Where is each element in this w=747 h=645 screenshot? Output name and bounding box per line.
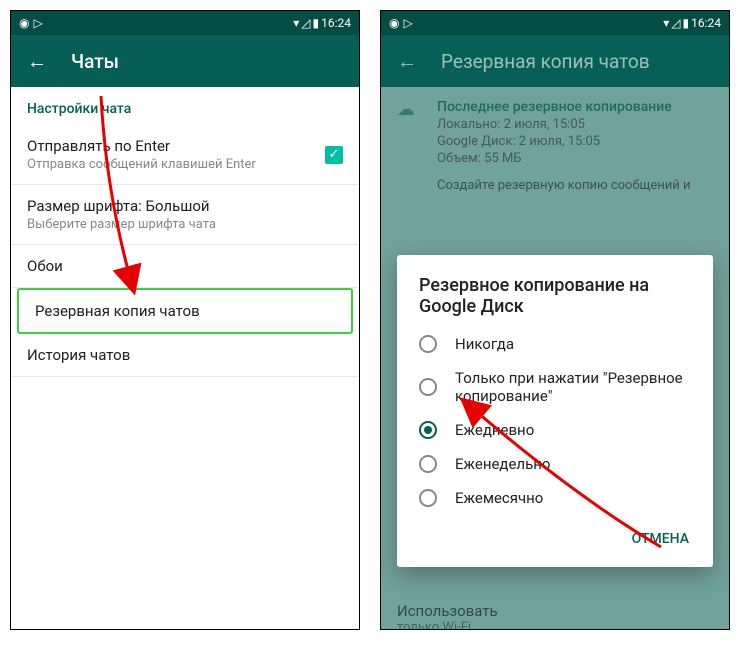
last-backup-size: Объем: 55 МБ xyxy=(437,151,672,166)
radio-icon xyxy=(419,455,437,473)
status-bar: ◉ ▷ ▾ ◿ ▮ 16:24 xyxy=(11,11,359,35)
status-bar: ◉ ▷ ▾ ◿ ▮ 16:24 xyxy=(381,11,729,35)
setting-primary: Резервная копия чатов xyxy=(35,302,335,320)
setting-primary: Размер шрифта: Большой xyxy=(27,197,343,215)
setting-wallpaper[interactable]: Обои xyxy=(11,245,359,288)
checkbox-checked-icon[interactable]: ✓ xyxy=(325,146,343,164)
radio-label: Ежемесячно xyxy=(455,489,543,507)
radio-option-only-tap[interactable]: Только при нажатии "Резервное копировани… xyxy=(397,361,713,413)
last-backup-local: Локально: 2 июля, 15:05 xyxy=(437,117,672,132)
battery-icon: ▮ xyxy=(313,16,320,30)
radio-label: Только при нажатии "Резервное копировани… xyxy=(455,369,691,405)
network-row[interactable]: Использовать только Wi-Fi xyxy=(381,592,729,630)
notification-icon: ◉ xyxy=(389,16,399,30)
section-header: Настройки чата xyxy=(11,87,359,125)
phone-screen-chats: ◉ ▷ ▾ ◿ ▮ 16:24 ← Чаты Настройки чата От… xyxy=(10,10,360,630)
wifi-icon: ▾ xyxy=(663,16,669,30)
network-secondary: только Wi-Fi xyxy=(397,620,713,630)
radio-option-monthly[interactable]: Ежемесячно xyxy=(397,481,713,515)
backup-description: Создайте резервную копию сообщений и xyxy=(381,178,729,201)
app-bar: ← Чаты xyxy=(11,35,359,87)
radio-option-never[interactable]: Никогда xyxy=(397,327,713,361)
last-backup-section: ☁ Последнее резервное копирование Локаль… xyxy=(381,87,729,178)
radio-option-weekly[interactable]: Еженедельно xyxy=(397,447,713,481)
setting-secondary: Отправка сообщений клавишей Enter xyxy=(27,157,325,172)
battery-icon: ▮ xyxy=(683,16,690,30)
cloud-upload-icon: ☁ xyxy=(397,99,421,166)
appbar-title: Резервная копия чатов xyxy=(441,50,650,73)
setting-font-size[interactable]: Размер шрифта: Большой Выберите размер ш… xyxy=(11,185,359,245)
notification-icon: ▷ xyxy=(403,16,412,30)
highlight-annotation: Резервная копия чатов xyxy=(17,288,353,334)
appbar-title: Чаты xyxy=(71,50,119,73)
setting-primary: Отправлять по Enter xyxy=(27,137,325,155)
radio-icon xyxy=(419,335,437,353)
radio-icon xyxy=(419,489,437,507)
notification-icon: ◉ xyxy=(19,16,29,30)
radio-selected-icon xyxy=(419,421,437,439)
wifi-icon: ▾ xyxy=(293,16,299,30)
last-backup-heading: Последнее резервное копирование xyxy=(437,99,672,115)
dimmed-background: ← Резервная копия чатов ☁ Последнее резе… xyxy=(381,35,729,629)
back-arrow-icon[interactable]: ← xyxy=(27,49,47,74)
last-backup-drive: Google Диск: 2 июля, 15:05 xyxy=(437,134,672,149)
setting-send-on-enter[interactable]: Отправлять по Enter Отправка сообщений к… xyxy=(11,125,359,185)
cancel-button[interactable]: ОТМЕНА xyxy=(624,523,697,555)
back-arrow-icon[interactable]: ← xyxy=(397,49,417,74)
backup-frequency-dialog: Резервное копирование на Google Диск Ник… xyxy=(397,255,713,567)
radio-label: Еженедельно xyxy=(455,455,550,473)
clock: 16:24 xyxy=(691,16,721,30)
radio-label: Никогда xyxy=(455,335,514,353)
setting-chat-history[interactable]: История чатов xyxy=(11,334,359,377)
signal-icon: ◿ xyxy=(301,16,310,30)
radio-label: Ежедневно xyxy=(455,421,534,439)
radio-option-daily[interactable]: Ежедневно xyxy=(397,413,713,447)
radio-icon xyxy=(419,378,437,396)
clock: 16:24 xyxy=(321,16,351,30)
app-bar: ← Резервная копия чатов xyxy=(381,35,729,87)
setting-primary: Обои xyxy=(27,257,343,275)
setting-chat-backup[interactable]: Резервная копия чатов xyxy=(19,290,351,332)
setting-secondary: Выберите размер шрифта чата xyxy=(27,217,343,232)
signal-icon: ◿ xyxy=(671,16,680,30)
setting-primary: История чатов xyxy=(27,346,343,364)
notification-icon: ▷ xyxy=(33,16,42,30)
phone-screen-backup: ◉ ▷ ▾ ◿ ▮ 16:24 ← Резервная копия чатов … xyxy=(380,10,730,630)
dialog-title: Резервное копирование на Google Диск xyxy=(397,275,713,327)
network-primary: Использовать xyxy=(397,602,713,620)
